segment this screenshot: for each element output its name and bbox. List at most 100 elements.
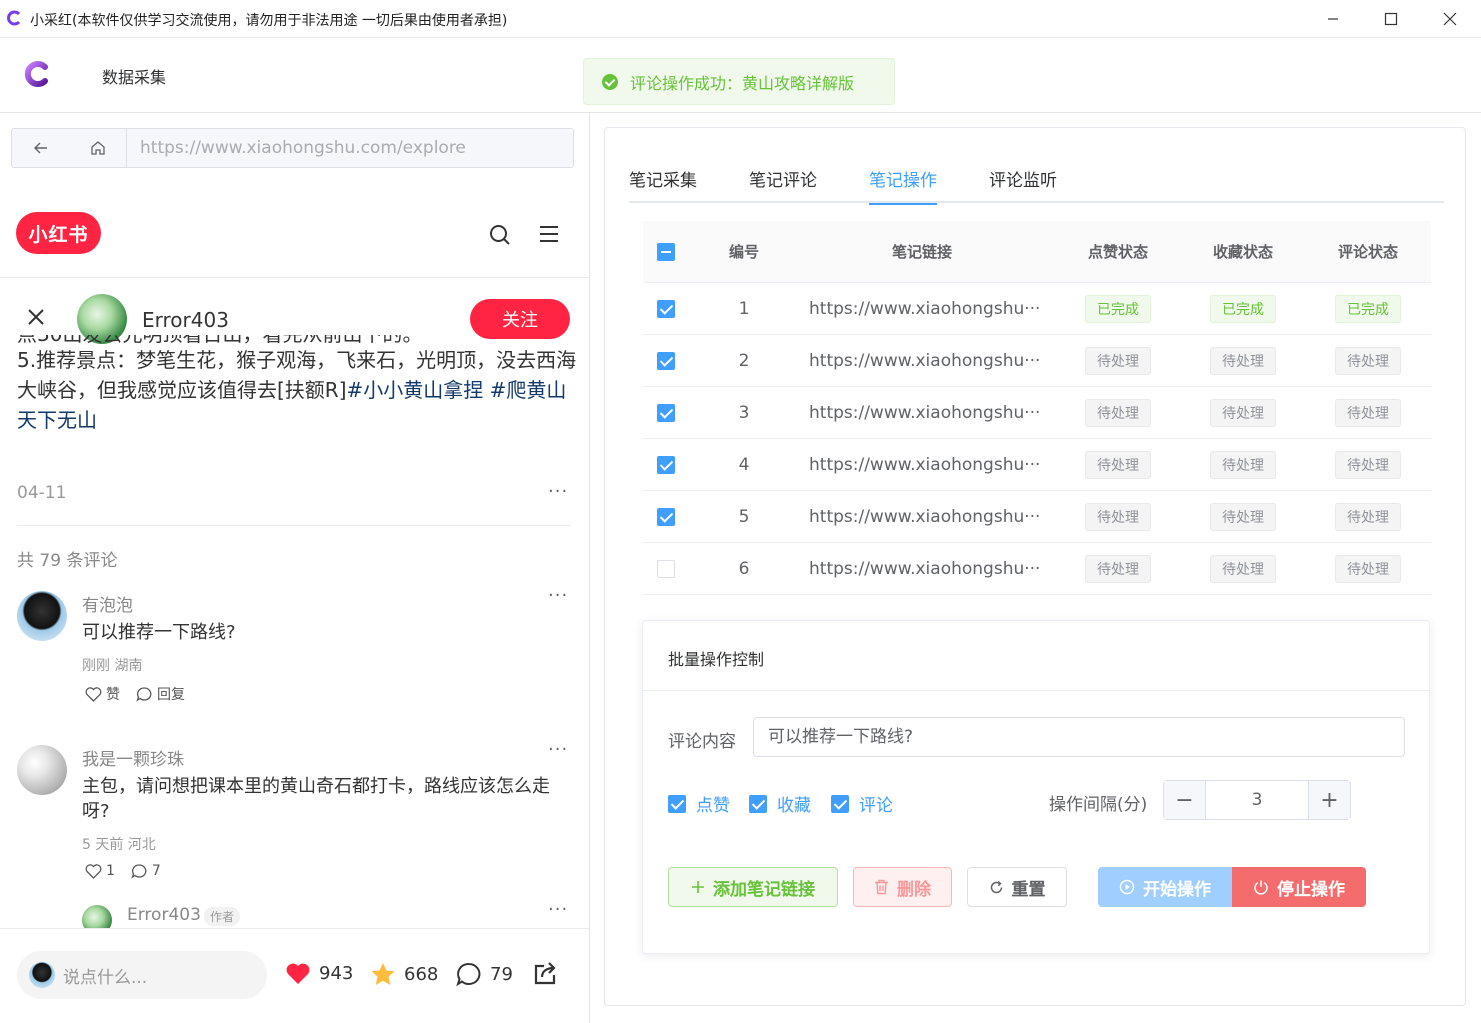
row-link[interactable]: https://www.xiaohongshu··· bbox=[809, 491, 1045, 542]
home-button[interactable] bbox=[69, 129, 126, 167]
like-status-tag: 待处理 bbox=[1085, 450, 1151, 479]
reply-button[interactable]: 7 bbox=[131, 863, 161, 879]
delete-button[interactable]: 删除 bbox=[853, 867, 952, 907]
tab-note-collect[interactable]: 笔记采集 bbox=[629, 166, 697, 203]
fav-status-tag: 待处理 bbox=[1210, 346, 1276, 375]
comment-status-tag: 待处理 bbox=[1335, 346, 1401, 375]
close-window-icon[interactable] bbox=[1439, 8, 1461, 30]
like-stat[interactable]: 943 bbox=[285, 962, 353, 985]
commenter-avatar[interactable] bbox=[17, 591, 67, 641]
option-like[interactable]: 点赞 bbox=[668, 791, 730, 816]
note-body: 5.推荐景点：梦笔生花，猴子观海，飞来石，光明顶，没去西海大峡谷，但我感觉应该值… bbox=[17, 345, 577, 435]
trash-icon bbox=[875, 879, 888, 895]
row-id: 5 bbox=[738, 506, 750, 527]
interval-value[interactable]: 3 bbox=[1205, 781, 1309, 819]
like-status-tag: 待处理 bbox=[1085, 554, 1151, 583]
reset-button[interactable]: 重置 bbox=[967, 867, 1067, 907]
table-row: 4 https://www.xiaohongshu··· 待处理 待处理 待处理 bbox=[643, 439, 1431, 491]
like-checkbox[interactable] bbox=[668, 794, 686, 813]
commenter-name[interactable]: 有泡泡 bbox=[82, 591, 133, 616]
plus-icon bbox=[692, 881, 704, 893]
chat-bubble-icon bbox=[456, 962, 481, 987]
row-checkbox[interactable] bbox=[657, 351, 675, 370]
note-date: 04-11 bbox=[17, 483, 67, 503]
like-button[interactable]: 赞 bbox=[85, 684, 120, 704]
commenter-name[interactable]: Error403 bbox=[127, 905, 201, 925]
like-button[interactable]: 1 bbox=[85, 863, 115, 879]
url-input[interactable]: https://www.xiaohongshu.com/explore bbox=[126, 129, 573, 167]
comment-checkbox[interactable] bbox=[831, 794, 849, 813]
like-status-tag: 待处理 bbox=[1085, 398, 1151, 427]
comment-text: 主包，请问想把课本里的黄山奇石都打卡，路线应该怎么走呀? bbox=[82, 776, 550, 822]
xhs-logo[interactable]: 小红书 bbox=[16, 212, 101, 254]
fav-checkbox[interactable] bbox=[749, 794, 767, 813]
comment-status-tag: 待处理 bbox=[1335, 502, 1401, 531]
row-link[interactable]: https://www.xiaohongshu··· bbox=[809, 439, 1045, 490]
add-button-label: 添加笔记链接 bbox=[713, 879, 815, 900]
comment-content-input[interactable]: 可以推荐一下路线? bbox=[753, 717, 1405, 757]
col-comment-status: 评论状态 bbox=[1337, 243, 1398, 261]
author-name[interactable]: Error403 bbox=[142, 308, 229, 332]
add-note-link-button[interactable]: 添加笔记链接 bbox=[668, 867, 838, 907]
follow-button[interactable]: 关注 bbox=[470, 299, 570, 339]
commenter-name[interactable]: 我是一颗珍珠 bbox=[82, 745, 184, 770]
row-checkbox[interactable] bbox=[657, 299, 675, 318]
collect-total: 668 bbox=[404, 964, 439, 985]
like-status-tag: 已完成 bbox=[1085, 294, 1151, 323]
row-checkbox[interactable] bbox=[657, 507, 675, 526]
back-button[interactable] bbox=[12, 129, 69, 167]
heart-icon bbox=[85, 686, 102, 702]
window-titlebar: 小采红(本软件仅供学习交流使用，请勿用于非法用途 一切后果由使用者承担) bbox=[0, 0, 1481, 38]
option-fav[interactable]: 收藏 bbox=[749, 791, 811, 816]
minimize-icon[interactable] bbox=[1322, 8, 1344, 30]
tab-comment-monitor[interactable]: 评论监听 bbox=[989, 166, 1057, 203]
comment-status-tag: 已完成 bbox=[1335, 294, 1401, 323]
menu-data-collection[interactable]: 数据采集 bbox=[102, 64, 166, 88]
col-fav-status: 收藏状态 bbox=[1212, 243, 1273, 261]
comment-input[interactable]: 说点什么... bbox=[17, 951, 267, 999]
heart-icon bbox=[85, 863, 102, 879]
like-label: 赞 bbox=[106, 687, 120, 703]
option-comment[interactable]: 评论 bbox=[831, 791, 893, 816]
close-icon[interactable] bbox=[26, 307, 46, 327]
maximize-icon[interactable] bbox=[1380, 8, 1402, 30]
comment-more-icon[interactable]: ··· bbox=[548, 585, 568, 606]
comment-more-icon[interactable]: ··· bbox=[548, 739, 568, 760]
comment-more-icon[interactable]: ··· bbox=[548, 905, 568, 920]
row-link[interactable]: https://www.xiaohongshu··· bbox=[809, 543, 1045, 594]
row-checkbox[interactable] bbox=[657, 559, 675, 578]
comment-stat[interactable]: 79 bbox=[456, 962, 513, 987]
card-header: 批量操作控制 bbox=[643, 621, 1429, 691]
row-link[interactable]: https://www.xiaohongshu··· bbox=[809, 283, 1045, 334]
row-link[interactable]: https://www.xiaohongshu··· bbox=[809, 387, 1045, 438]
commenter-avatar[interactable] bbox=[82, 905, 112, 929]
commenter-avatar[interactable] bbox=[17, 745, 67, 795]
reply-item: Error403 作者 ··· bbox=[17, 905, 577, 929]
row-checkbox[interactable] bbox=[657, 455, 675, 474]
row-checkbox[interactable] bbox=[657, 403, 675, 422]
search-icon[interactable] bbox=[488, 223, 512, 247]
collect-stat[interactable]: 668 bbox=[370, 962, 438, 987]
row-link[interactable]: https://www.xiaohongshu··· bbox=[809, 335, 1045, 386]
select-all-checkbox[interactable] bbox=[657, 242, 675, 261]
table-header: 编号 笔记链接 点赞状态 收藏状态 评论状态 bbox=[643, 221, 1431, 283]
reply-button[interactable]: 回复 bbox=[136, 684, 185, 704]
note-tag[interactable]: #小小黄山拿捏 bbox=[347, 378, 484, 402]
star-filled-icon bbox=[371, 963, 395, 985]
hamburger-menu-icon[interactable] bbox=[538, 223, 560, 245]
success-toast: 评论操作成功：黄山攻略详解版 bbox=[583, 58, 895, 105]
stop-operation-button[interactable]: 停止操作 bbox=[1232, 867, 1366, 907]
tab-note-comment[interactable]: 笔记评论 bbox=[749, 166, 817, 203]
like-count: 1 bbox=[106, 863, 115, 879]
comment-content-label: 评论内容 bbox=[668, 732, 736, 752]
note-bottom-bar: 说点什么... 943 668 79 bbox=[0, 928, 589, 1023]
decrement-button[interactable]: − bbox=[1164, 781, 1205, 819]
chat-bubble-icon bbox=[131, 864, 147, 879]
reply-label: 回复 bbox=[157, 687, 185, 703]
start-operation-button[interactable]: 开始操作 bbox=[1098, 867, 1232, 907]
tab-note-operation[interactable]: 笔记操作 bbox=[869, 166, 937, 205]
share-icon[interactable] bbox=[532, 961, 558, 987]
note-more-icon[interactable]: ··· bbox=[548, 481, 568, 502]
increment-button[interactable]: + bbox=[1309, 781, 1350, 819]
like-status-tag: 待处理 bbox=[1085, 346, 1151, 375]
